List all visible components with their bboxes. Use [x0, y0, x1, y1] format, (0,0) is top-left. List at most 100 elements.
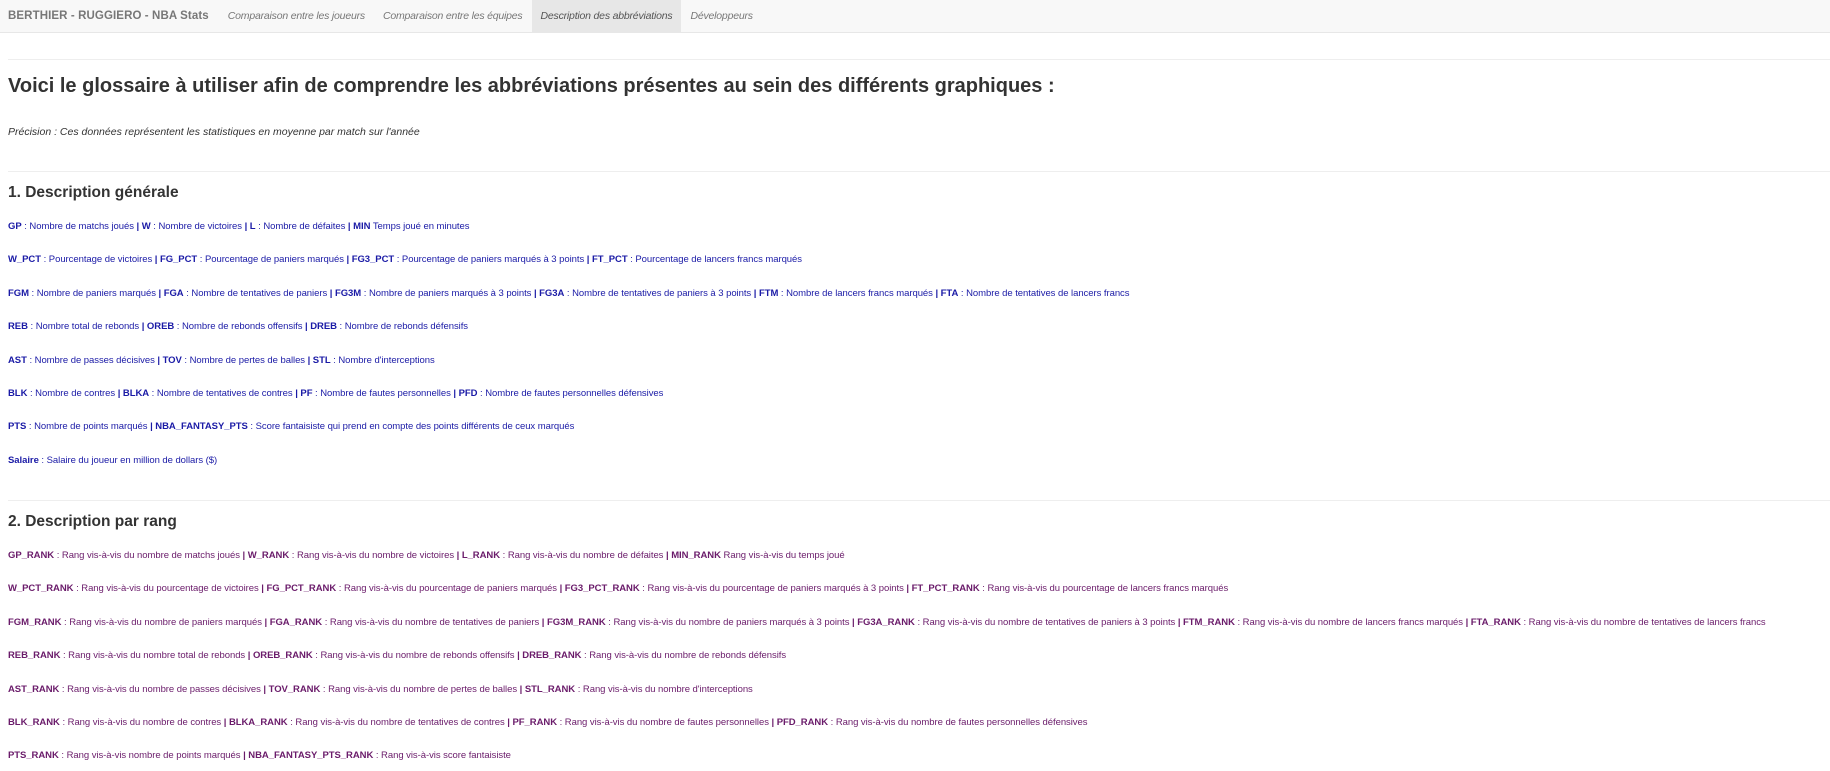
- abbreviation-description: Rang vis-à-vis du temps joué: [723, 550, 845, 561]
- abbreviation-description: Nombre de pertes de balles: [189, 354, 305, 366]
- separator: |: [136, 221, 140, 232]
- navbar-brand[interactable]: BERTHIER - RUGGIERO - NBA Stats: [0, 0, 219, 32]
- abbreviation-description: Nombre de défaites: [263, 221, 346, 232]
- term-separator: :: [828, 717, 836, 728]
- term-separator: :: [361, 287, 369, 299]
- separator: |: [753, 287, 757, 299]
- separator: |: [456, 550, 460, 561]
- term-separator: :: [778, 287, 787, 299]
- abbreviation-description: Rang vis-à-vis du nombre de lancers fran…: [1242, 616, 1463, 628]
- tab-description-abbreviations[interactable]: Description des abbréviations: [531, 0, 682, 32]
- section-title-general: 1. Description générale: [8, 184, 179, 201]
- separator: |: [533, 287, 537, 299]
- abbreviation-description: Rang vis-à-vis du nombre de tentatives d…: [329, 616, 540, 628]
- glossary-line: REB : Nombre total de rebonds | OREB : N…: [8, 321, 468, 332]
- abbreviation-description: Rang vis-à-vis nombre de points marqués: [66, 750, 241, 762]
- term-separator: :: [149, 388, 157, 399]
- abbreviation-description: Rang vis-à-vis du nombre de tentatives d…: [922, 616, 1176, 628]
- term-separator: :: [336, 321, 345, 333]
- glossary-line: W_PCT_RANK : Rang vis-à-vis du pourcenta…: [8, 583, 1228, 594]
- abbreviation-term: PFD_RANK: [776, 717, 829, 728]
- abbreviation-term: AST_RANK: [8, 683, 60, 695]
- abbreviation-description: Rang vis-à-vis du nombre de défaites: [507, 550, 664, 561]
- abbreviation-term: FG3M: [334, 287, 362, 299]
- abbreviation-description: Nombre de paniers marqués à 3 points: [368, 287, 532, 299]
- separator: |: [329, 287, 333, 299]
- abbreviation-term: GP: [8, 221, 22, 232]
- abbreviation-term: FGA: [163, 287, 184, 299]
- abbreviation-term: FG3_PCT_RANK: [564, 583, 640, 595]
- abbreviation-term: TOV: [162, 354, 182, 366]
- abbreviation-description: Score fantaisiste qui prend en compte de…: [255, 421, 575, 433]
- abbreviation-term: PTS: [8, 421, 27, 433]
- abbreviation-term: W_RANK: [247, 550, 290, 561]
- abbreviation-description: Rang vis-à-vis du nombre de paniers marq…: [69, 616, 262, 628]
- separator: |: [1465, 616, 1469, 628]
- glossary-line: AST_RANK : Rang vis-à-vis du nombre de p…: [8, 684, 753, 695]
- term-separator: :: [60, 650, 69, 662]
- abbreviation-description: Rang vis-à-vis du pourcentage de paniers…: [343, 583, 557, 595]
- abbreviation-description: Nombre de rebonds offensifs: [181, 321, 303, 333]
- abbreviation-description: Nombre de fautes personnelles: [320, 388, 451, 399]
- abbreviation-term: NBA_FANTASY_PTS_RANK: [248, 750, 374, 762]
- separator: |: [158, 287, 162, 299]
- abbreviation-term: BLKA_RANK: [228, 717, 288, 728]
- term-separator: :: [54, 550, 62, 561]
- abbreviation-term: FG3_PCT: [351, 254, 395, 266]
- term-separator: :: [1234, 616, 1243, 628]
- separator: |: [453, 388, 457, 399]
- term-separator: :: [914, 616, 923, 628]
- abbreviation-term: BLKA: [122, 388, 150, 399]
- abbreviation-term: MIN_RANK: [671, 550, 721, 561]
- term-separator: :: [26, 354, 35, 366]
- abbreviation-term: DREB_RANK: [522, 650, 582, 662]
- abbreviation-term: GP_RANK: [8, 550, 55, 561]
- abbreviation-description: Rang vis-à-vis du nombre de matchs joués: [61, 550, 240, 561]
- abbreviation-description: Rang vis-à-vis score fantaisiste: [381, 750, 511, 762]
- tab-comparaison-equipes[interactable]: Comparaison entre les équipes: [374, 0, 532, 32]
- abbreviation-description: Rang vis-à-vis du nombre de contres: [67, 717, 222, 728]
- separator: |: [346, 254, 350, 266]
- term-separator: :: [373, 750, 382, 762]
- term-separator: :: [336, 583, 344, 595]
- section-title-rank: 2. Description par rang: [8, 513, 177, 530]
- term-separator: :: [958, 287, 967, 299]
- glossary-line: PTS : Nombre de points marqués | NBA_FAN…: [8, 421, 574, 432]
- glossary-line: BLK : Nombre de contres | BLKA : Nombre …: [8, 388, 663, 399]
- abbreviation-description: Rang vis-à-vis du nombre de passes décis…: [67, 683, 261, 695]
- separator: |: [263, 683, 267, 695]
- abbreviation-description: Nombre total de rebonds: [35, 321, 140, 333]
- tab-comparaison-joueurs[interactable]: Comparaison entre les joueurs: [219, 0, 374, 32]
- abbreviation-term: NBA_FANTASY_PTS: [155, 421, 248, 433]
- abbreviation-description: Nombre de victoires: [158, 221, 242, 232]
- separator: |: [242, 550, 246, 561]
- divider: [8, 171, 1830, 172]
- abbreviation-description: Nombre de contres: [35, 388, 116, 399]
- abbreviation-description: Nombre de points marqués: [34, 421, 148, 433]
- abbreviation-description: Temps joué en minutes: [372, 221, 470, 232]
- abbreviation-term: BLK: [8, 388, 28, 399]
- abbreviation-term: AST: [8, 354, 27, 366]
- separator: |: [264, 616, 268, 628]
- term-separator: :: [289, 550, 297, 561]
- abbreviation-term: MIN: [353, 221, 371, 232]
- abbreviation-description: Nombre de rebonds défensifs: [344, 321, 468, 333]
- term-separator: :: [575, 683, 583, 695]
- glossary-line: FGM : Nombre de paniers marqués | FGA : …: [8, 287, 1130, 299]
- term-separator: :: [557, 717, 565, 728]
- abbreviation-term: PFD: [458, 388, 478, 399]
- tab-developpeurs[interactable]: Développeurs: [681, 0, 761, 32]
- separator: |: [347, 221, 351, 232]
- abbreviation-term: PF_RANK: [512, 717, 557, 728]
- abbreviation-description: Rang vis-à-vis du nombre de rebonds offe…: [320, 650, 515, 662]
- abbreviation-term: FTM_RANK: [1183, 616, 1235, 628]
- abbreviation-term: L_RANK: [461, 550, 501, 561]
- separator: |: [154, 254, 158, 266]
- glossary-line: FGM_RANK : Rang vis-à-vis du nombre de p…: [8, 617, 1766, 628]
- glossary-line: Salaire : Salaire du joueur en million d…: [8, 455, 217, 466]
- navbar: BERTHIER - RUGGIERO - NBA Stats Comparai…: [0, 0, 1830, 33]
- separator: |: [519, 683, 523, 695]
- abbreviation-description: Nombre de tentatives de paniers à 3 poin…: [572, 287, 752, 299]
- abbreviation-term: FTA_RANK: [1470, 616, 1521, 628]
- abbreviation-description: Rang vis-à-vis du pourcentage de paniers…: [647, 583, 904, 595]
